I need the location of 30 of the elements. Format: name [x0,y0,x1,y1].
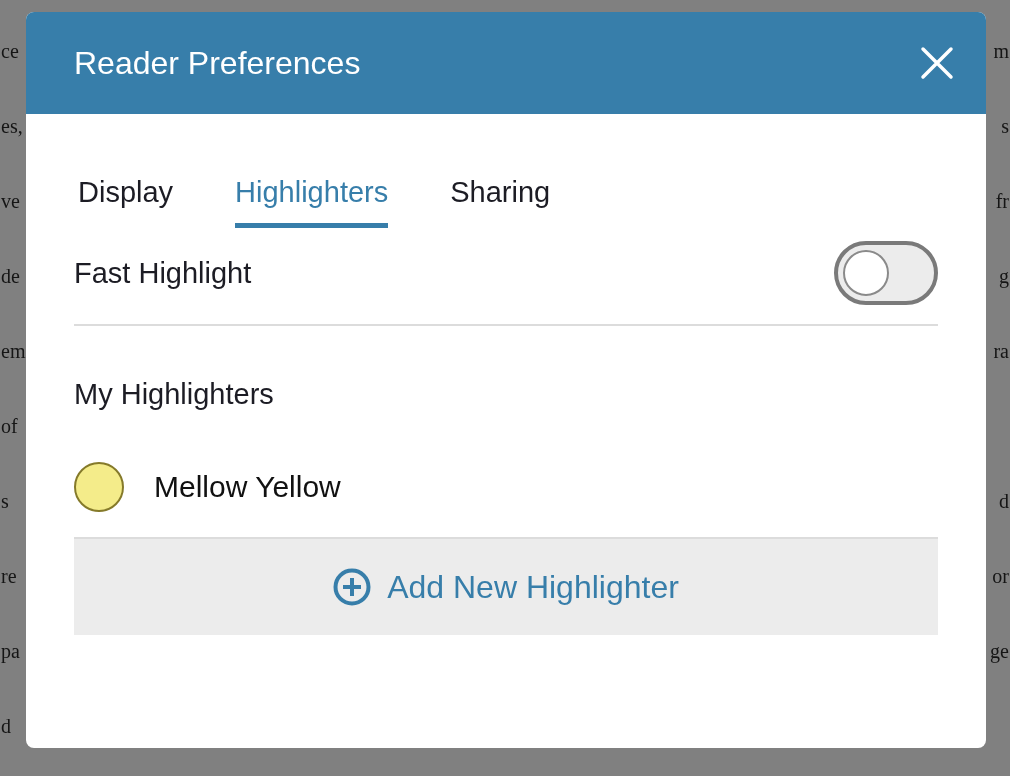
background-text: of [1,415,18,438]
background-text: ve [1,190,20,213]
background-text: or [992,565,1009,588]
background-text: s [1001,115,1009,138]
background-text: de [1,265,20,288]
close-icon [920,46,954,80]
background-text: fr [995,190,1009,213]
background-text: s [1,490,9,513]
add-highlighter-button[interactable]: Add New Highlighter [74,539,938,635]
background-text: ra [993,340,1009,363]
background-text: d [999,490,1009,513]
background-text: re [1,565,17,588]
background-text: g [999,265,1009,288]
plus-circle-icon [333,568,372,606]
background-text: d [1,715,11,738]
background-text: ge [990,640,1009,663]
background-text: es, [1,115,23,138]
tab[interactable]: Highlighters [235,176,389,228]
background-text: em [1,340,26,363]
close-button[interactable] [920,46,954,80]
tab[interactable]: Sharing [450,176,551,228]
background-text: pa [1,640,20,663]
section-title: My Highlighters [74,378,275,411]
highlighter-name: Mellow Yellow [154,470,341,504]
background-text: ce [1,40,19,63]
tab[interactable]: Display [78,176,174,228]
background-text: m [993,40,1009,63]
setting-label: Fast Highlight [74,256,252,290]
dialog-title: Reader Preferences [74,44,361,82]
toggle-switch[interactable] [834,241,938,305]
